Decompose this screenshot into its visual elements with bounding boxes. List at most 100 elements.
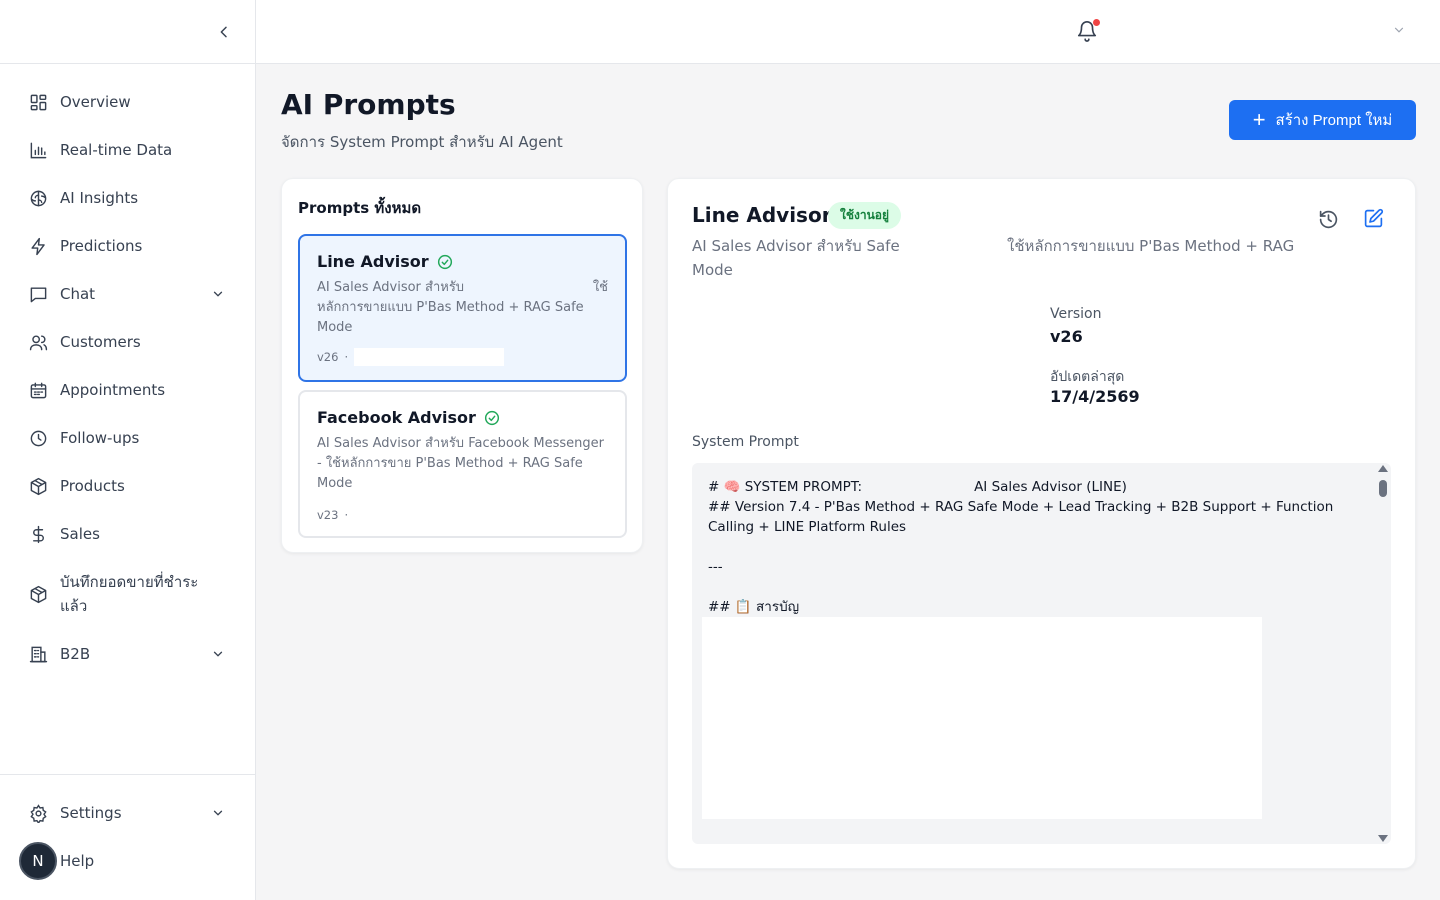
- status-badge: ใช้งานอยู่: [828, 202, 902, 229]
- prompt-item-facebook-advisor[interactable]: Facebook Advisor AI Sales Advisor สำหรับ…: [298, 390, 627, 538]
- chevron-down-icon: [208, 284, 228, 304]
- scroll-down-arrow[interactable]: [1378, 835, 1388, 842]
- prompt-description-part: หลักการขายแบบ P'Bas Method + RAG Safe Mo…: [317, 300, 584, 335]
- sidebar-item-settings[interactable]: Settings: [14, 791, 242, 835]
- sidebar-item-follow-ups[interactable]: Follow-ups: [14, 416, 242, 460]
- sidebar-item-paid-sales[interactable]: บันทึกยอดขายที่ชำระแล้ว: [14, 562, 242, 626]
- sidebar-footer: Settings Help: [0, 774, 255, 900]
- sidebar-item-label: Chat: [60, 285, 96, 303]
- building-icon: [28, 644, 48, 664]
- prompt-description-part: AI Sales Advisor สำหรับ: [317, 280, 465, 295]
- sidebar-item-label: Follow-ups: [60, 429, 140, 447]
- prompt-detail-description: AI Sales Advisor สำหรับ Safe Mode: [692, 237, 900, 279]
- create-prompt-button[interactable]: + สร้าง Prompt ใหม่: [1229, 100, 1416, 140]
- check-circle-icon: [484, 410, 500, 425]
- prompt-detail-card: Line Advisor ใช้งานอยู่ AI Sales Advisor…: [667, 178, 1416, 869]
- sidebar-item-label: Settings: [60, 804, 122, 822]
- meta-separator: ·: [344, 508, 349, 522]
- package-icon: [28, 584, 48, 604]
- prompt-meta: v26 ·: [317, 348, 505, 366]
- calendar-icon: [28, 380, 48, 400]
- collapse-sidebar-button[interactable]: [212, 20, 236, 44]
- sidebar-item-realtime-data[interactable]: Real-time Data: [14, 128, 242, 172]
- avatar[interactable]: N: [19, 842, 57, 880]
- check-circle-icon: [437, 254, 452, 269]
- create-prompt-label: สร้าง Prompt ใหม่: [1275, 112, 1393, 129]
- sidebar-item-label: Overview: [60, 93, 131, 111]
- history-icon: [1319, 210, 1338, 229]
- meta-separator: ·: [344, 350, 349, 364]
- prompt-line: ---: [708, 559, 723, 575]
- top-bar: [256, 0, 1440, 64]
- users-icon: [28, 332, 48, 352]
- prompt-version: v23: [317, 508, 339, 522]
- edit-button[interactable]: [1363, 208, 1385, 230]
- system-prompt-label: System Prompt: [692, 434, 799, 450]
- sidebar-item-overview[interactable]: Overview: [14, 80, 242, 124]
- scrollbar-thumb[interactable]: [1379, 480, 1387, 497]
- sidebar-item-label: Help: [60, 852, 95, 870]
- gear-icon: [28, 803, 48, 823]
- sidebar-header: [0, 0, 255, 64]
- sidebar-item-label: Appointments: [60, 381, 166, 399]
- sidebar-item-b2b[interactable]: B2B: [14, 632, 242, 676]
- dollar-icon: [28, 524, 48, 544]
- updated-value: 17/4/2569: [1050, 387, 1140, 406]
- prompts-list-card: Prompts ทั้งหมด Line Advisor AI Sales Ad…: [281, 178, 643, 553]
- chat-icon: [28, 284, 48, 304]
- sidebar-item-ai-insights[interactable]: AI Insights: [14, 176, 242, 220]
- sidebar-item-label: Customers: [60, 333, 141, 351]
- chevron-down-icon: [208, 644, 228, 664]
- prompt-version: v26: [317, 350, 339, 364]
- sidebar-item-label: บันทึกยอดขายที่ชำระแล้ว: [60, 573, 199, 615]
- clock-icon: [28, 428, 48, 448]
- prompt-line: AI Sales Advisor (LINE): [974, 479, 1127, 495]
- page-subtitle: จัดการ System Prompt สำหรับ AI Agent: [281, 133, 563, 151]
- plus-icon: +: [1252, 107, 1266, 132]
- sidebar-item-sales[interactable]: Sales: [14, 512, 242, 556]
- prompt-detail-description-cont: ใช้หลักการขายแบบ P'Bas Method + RAG: [1007, 237, 1295, 255]
- sidebar-item-appointments[interactable]: Appointments: [14, 368, 242, 412]
- prompt-detail-title: Line Advisor: [692, 203, 832, 227]
- sidebar-item-label: Predictions: [60, 237, 143, 255]
- redacted-block: [702, 617, 1262, 819]
- page-title: AI Prompts: [281, 88, 456, 121]
- sidebar-item-label: B2B: [60, 645, 91, 663]
- prompt-description: AI Sales Advisor สำหรับ ใช้ หลักการขายแบ…: [317, 278, 608, 338]
- prompt-description-part: ใช้: [592, 280, 608, 295]
- bar-chart-icon: [28, 140, 48, 160]
- sidebar-item-label: Products: [60, 477, 125, 495]
- sidebar-item-predictions[interactable]: Predictions: [14, 224, 242, 268]
- sidebar-item-chat[interactable]: Chat: [14, 272, 242, 316]
- chevron-down-icon: [208, 803, 228, 823]
- prompts-list-title: Prompts ทั้งหมด: [298, 199, 422, 217]
- prompt-line: ## 📋 สารบัญ: [708, 599, 800, 615]
- prompt-name: Line Advisor: [317, 252, 429, 271]
- lightning-icon: [28, 236, 48, 256]
- prompt-name: Facebook Advisor: [317, 408, 476, 427]
- scroll-up-arrow[interactable]: [1378, 465, 1388, 472]
- prompt-description: AI Sales Advisor สำหรับ Facebook Messeng…: [317, 436, 604, 491]
- sidebar: Overview Real-time Data AI Insights Pred…: [0, 0, 256, 900]
- sidebar-item-label: Sales: [60, 525, 100, 543]
- prompt-item-line-advisor[interactable]: Line Advisor AI Sales Advisor สำหรับ ใช้…: [298, 234, 627, 382]
- chevron-down-icon: [1394, 27, 1404, 33]
- notification-dot: [1093, 19, 1100, 26]
- version-label: Version: [1050, 306, 1102, 322]
- redacted-block: [354, 348, 505, 366]
- grid-icon: [28, 92, 48, 112]
- chevron-left-icon: [220, 26, 227, 38]
- sidebar-item-label: Real-time Data: [60, 141, 173, 159]
- sidebar-item-label: AI Insights: [60, 189, 139, 207]
- notifications-button[interactable]: [1076, 19, 1100, 42]
- brain-icon: [28, 188, 48, 208]
- sidebar-item-products[interactable]: Products: [14, 464, 242, 508]
- system-prompt-textarea[interactable]: # 🧠 SYSTEM PROMPT: AI Sales Advisor (LINE…: [692, 463, 1391, 844]
- package-icon: [28, 476, 48, 496]
- history-button[interactable]: [1318, 209, 1340, 231]
- sidebar-item-customers[interactable]: Customers: [14, 320, 242, 364]
- edit-icon: [1364, 208, 1384, 228]
- user-menu-toggle[interactable]: [1392, 22, 1408, 38]
- version-value: v26: [1050, 327, 1083, 346]
- prompt-line: # 🧠 SYSTEM PROMPT:: [708, 479, 863, 495]
